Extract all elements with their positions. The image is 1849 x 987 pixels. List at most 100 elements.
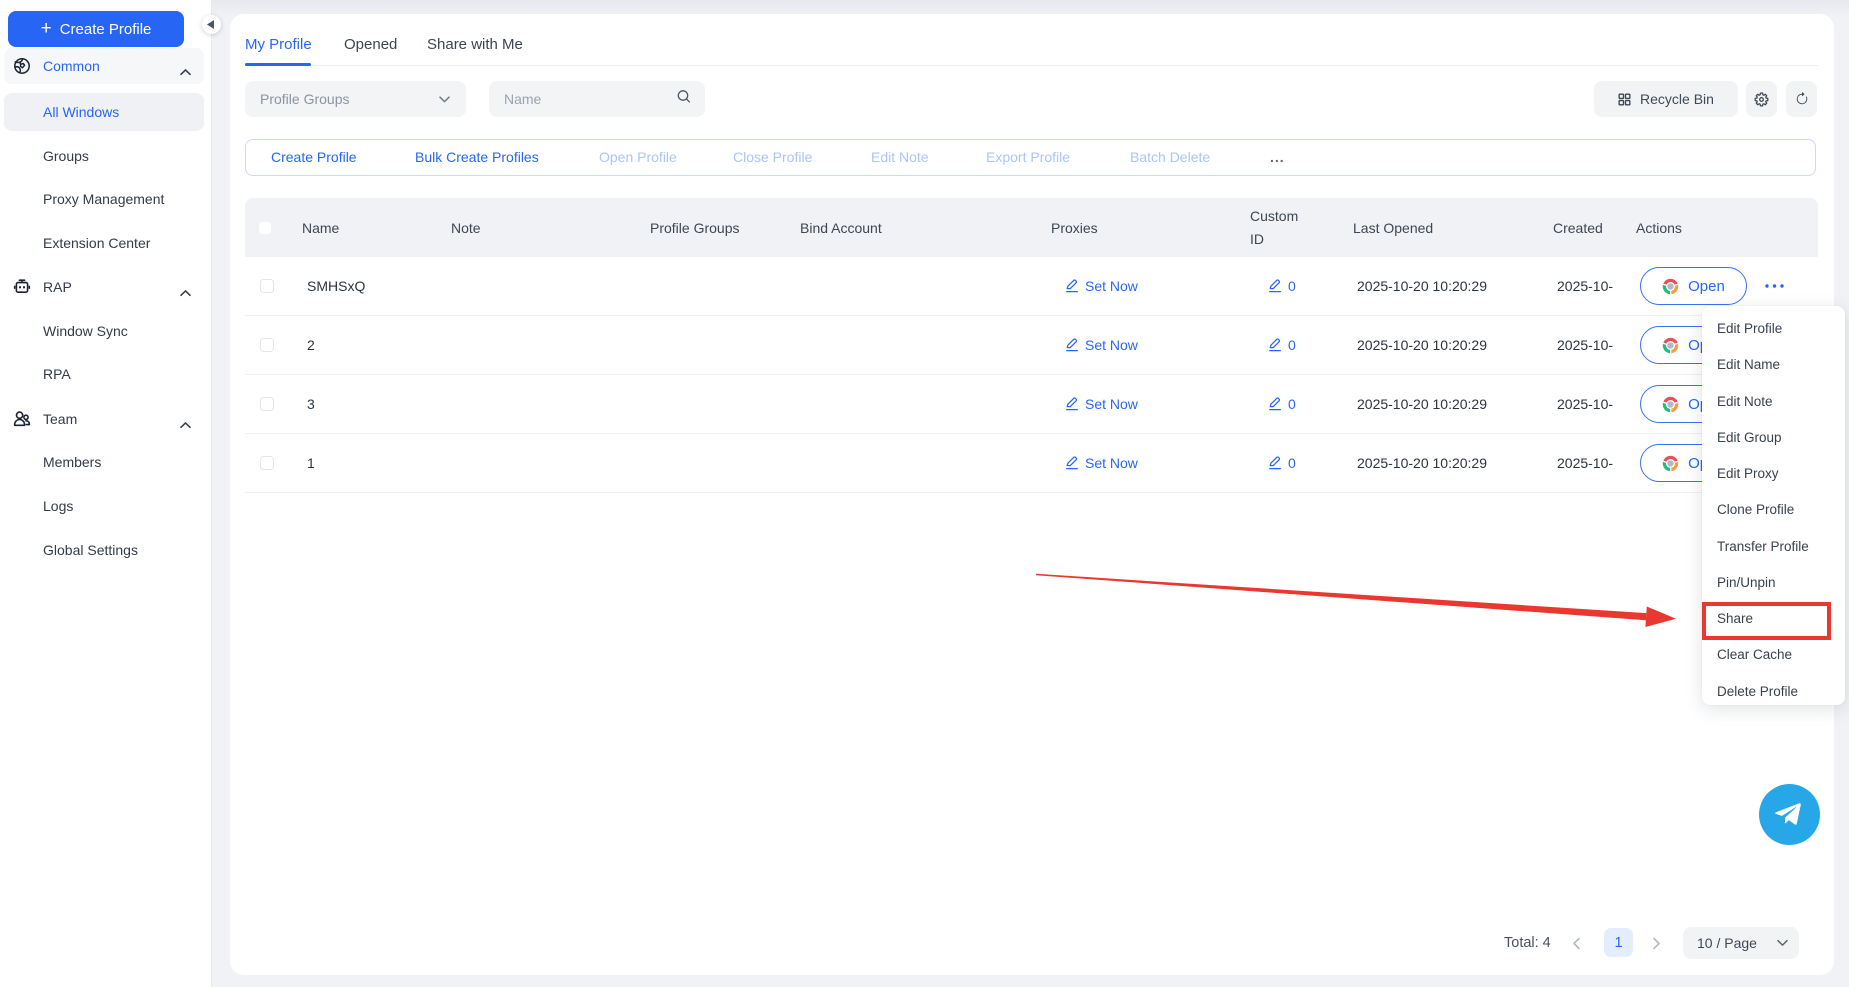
cell-name: 2 xyxy=(307,316,315,374)
chrome-icon xyxy=(1662,396,1679,413)
cell-proxies-set-now[interactable]: Set Now xyxy=(1065,434,1138,492)
cell-custom-id[interactable]: 0 xyxy=(1268,316,1296,374)
triangle-left-icon xyxy=(207,20,214,29)
row-checkbox[interactable] xyxy=(260,456,274,470)
sidebar-item-rpa[interactable]: RPA xyxy=(4,356,204,392)
menu-item-edit-note[interactable]: Edit Note xyxy=(1702,384,1845,420)
chrome-icon xyxy=(1662,455,1679,472)
sidebar-item-members[interactable]: Members xyxy=(4,444,204,480)
sidebar-item-extension-center[interactable]: Extension Center xyxy=(4,225,204,261)
cell-custom-id[interactable]: 0 xyxy=(1268,257,1296,315)
menu-item-clear-cache[interactable]: Clear Cache xyxy=(1702,637,1845,673)
page-size-select[interactable]: 10 / Page xyxy=(1683,927,1799,959)
chrome-icon xyxy=(1662,337,1679,354)
column-header-actions: Actions xyxy=(1636,198,1682,257)
sidebar-item-label: Groups xyxy=(43,148,89,164)
set-now-label: Set Now xyxy=(1085,337,1138,353)
recycle-bin-button[interactable]: Recycle Bin xyxy=(1594,81,1738,117)
cell-custom-id[interactable]: 0 xyxy=(1268,375,1296,433)
settings-button[interactable] xyxy=(1746,81,1777,117)
pagination-page-1[interactable]: 1 xyxy=(1604,928,1633,957)
row-checkbox[interactable] xyxy=(260,279,274,293)
sidebar-item-label: All Windows xyxy=(43,104,119,120)
globe-icon xyxy=(13,57,31,75)
sidebar-item-label: Window Sync xyxy=(43,323,128,339)
chevron-up-icon xyxy=(180,284,191,291)
sidebar-section-rap[interactable]: RAP xyxy=(4,269,204,305)
action-batch-delete[interactable]: Batch Delete xyxy=(1130,140,1210,175)
action-create-profile[interactable]: Create Profile xyxy=(271,140,357,175)
cell-proxies-set-now[interactable]: Set Now xyxy=(1065,316,1138,374)
column-header-name: Name xyxy=(302,198,339,257)
sidebar-section-common[interactable]: Common xyxy=(4,48,204,84)
cell-proxies-set-now[interactable]: Set Now xyxy=(1065,375,1138,433)
sidebar-collapse-button[interactable] xyxy=(202,15,221,34)
column-header-custom-id: Custom ID xyxy=(1250,198,1312,257)
pagination-next-icon[interactable] xyxy=(1652,937,1661,950)
set-now-label: Set Now xyxy=(1085,396,1138,412)
tab-share-with-me[interactable]: Share with Me xyxy=(427,34,523,56)
name-search-input[interactable]: Name xyxy=(489,81,705,117)
cell-created: 2025-10- xyxy=(1557,316,1613,374)
column-header-created: Created xyxy=(1553,198,1603,257)
sidebar-item-groups[interactable]: Groups xyxy=(4,138,204,174)
sidebar-item-window-sync[interactable]: Window Sync xyxy=(4,313,204,349)
row-checkbox[interactable] xyxy=(260,338,274,352)
menu-item-edit-proxy[interactable]: Edit Proxy xyxy=(1702,456,1845,492)
create-profile-button[interactable]: + Create Profile xyxy=(8,11,184,47)
sidebar-item-proxy-management[interactable]: Proxy Management xyxy=(4,181,204,217)
cell-custom-id[interactable]: 0 xyxy=(1268,434,1296,492)
menu-item-clone-profile[interactable]: Clone Profile xyxy=(1702,492,1845,528)
column-header-profile-groups: Profile Groups xyxy=(650,198,739,257)
custom-id-value: 0 xyxy=(1288,455,1296,471)
edit-pencil-icon xyxy=(1065,338,1079,352)
action-open-profile[interactable]: Open Profile xyxy=(599,140,677,175)
sidebar-section-label: RAP xyxy=(43,279,72,295)
action-more-ellipsis[interactable]: ... xyxy=(1270,140,1285,175)
cell-proxies-set-now[interactable]: Set Now xyxy=(1065,257,1138,315)
sidebar-section-team[interactable]: Team xyxy=(4,401,204,437)
action-bulk-create-profiles[interactable]: Bulk Create Profiles xyxy=(415,140,539,175)
telegram-button[interactable] xyxy=(1759,784,1820,845)
telegram-plane-icon xyxy=(1771,797,1805,831)
menu-item-transfer-profile[interactable]: Transfer Profile xyxy=(1702,529,1845,565)
table-header: Name Note Profile Groups Bind Account Pr… xyxy=(245,198,1818,257)
profile-groups-select[interactable]: Profile Groups xyxy=(245,81,466,117)
sidebar-item-global-settings[interactable]: Global Settings xyxy=(4,532,204,568)
gear-icon xyxy=(1754,92,1769,107)
edit-pencil-icon xyxy=(1065,397,1079,411)
action-edit-note[interactable]: Edit Note xyxy=(871,140,929,175)
cell-created: 2025-10- xyxy=(1557,434,1613,492)
sidebar-item-all-windows[interactable]: All Windows xyxy=(4,93,204,131)
menu-item-edit-name[interactable]: Edit Name xyxy=(1702,347,1845,383)
sidebar-item-logs[interactable]: Logs xyxy=(4,488,204,524)
tab-opened[interactable]: Opened xyxy=(344,34,397,56)
row-checkbox[interactable] xyxy=(260,397,274,411)
column-header-proxies: Proxies xyxy=(1051,198,1098,257)
table-row: 1 Set Now 0 2025-10-20 10:20:29 2025-10-… xyxy=(245,434,1818,493)
refresh-button[interactable] xyxy=(1786,81,1817,117)
search-icon xyxy=(676,89,692,110)
active-tab-underline xyxy=(245,63,311,66)
cell-name: 3 xyxy=(307,375,315,433)
edit-pencil-icon xyxy=(1268,456,1282,470)
open-profile-button[interactable]: Open xyxy=(1640,267,1747,305)
tab-my-profile[interactable]: My Profile xyxy=(245,34,312,56)
sidebar-section-label: Common xyxy=(43,58,100,74)
sidebar-item-label: Global Settings xyxy=(43,542,138,558)
profile-groups-placeholder: Profile Groups xyxy=(260,81,466,117)
refresh-icon xyxy=(1795,92,1809,106)
menu-item-delete-profile[interactable]: Delete Profile xyxy=(1702,674,1845,710)
batch-action-bar: Create Profile Bulk Create Profiles Open… xyxy=(245,139,1816,176)
chrome-icon xyxy=(1662,278,1679,295)
select-all-checkbox[interactable] xyxy=(259,222,271,234)
action-close-profile[interactable]: Close Profile xyxy=(733,140,812,175)
cell-name: SMHSxQ xyxy=(307,257,365,315)
pagination-prev-icon[interactable] xyxy=(1572,937,1581,950)
menu-item-edit-group[interactable]: Edit Group xyxy=(1702,420,1845,456)
menu-item-pin-unpin[interactable]: Pin/Unpin xyxy=(1702,565,1845,601)
action-export-profile[interactable]: Export Profile xyxy=(986,140,1070,175)
menu-item-edit-profile[interactable]: Edit Profile xyxy=(1702,311,1845,347)
set-now-label: Set Now xyxy=(1085,278,1138,294)
table-row: 3 Set Now 0 2025-10-20 10:20:29 2025-10-… xyxy=(245,375,1818,434)
